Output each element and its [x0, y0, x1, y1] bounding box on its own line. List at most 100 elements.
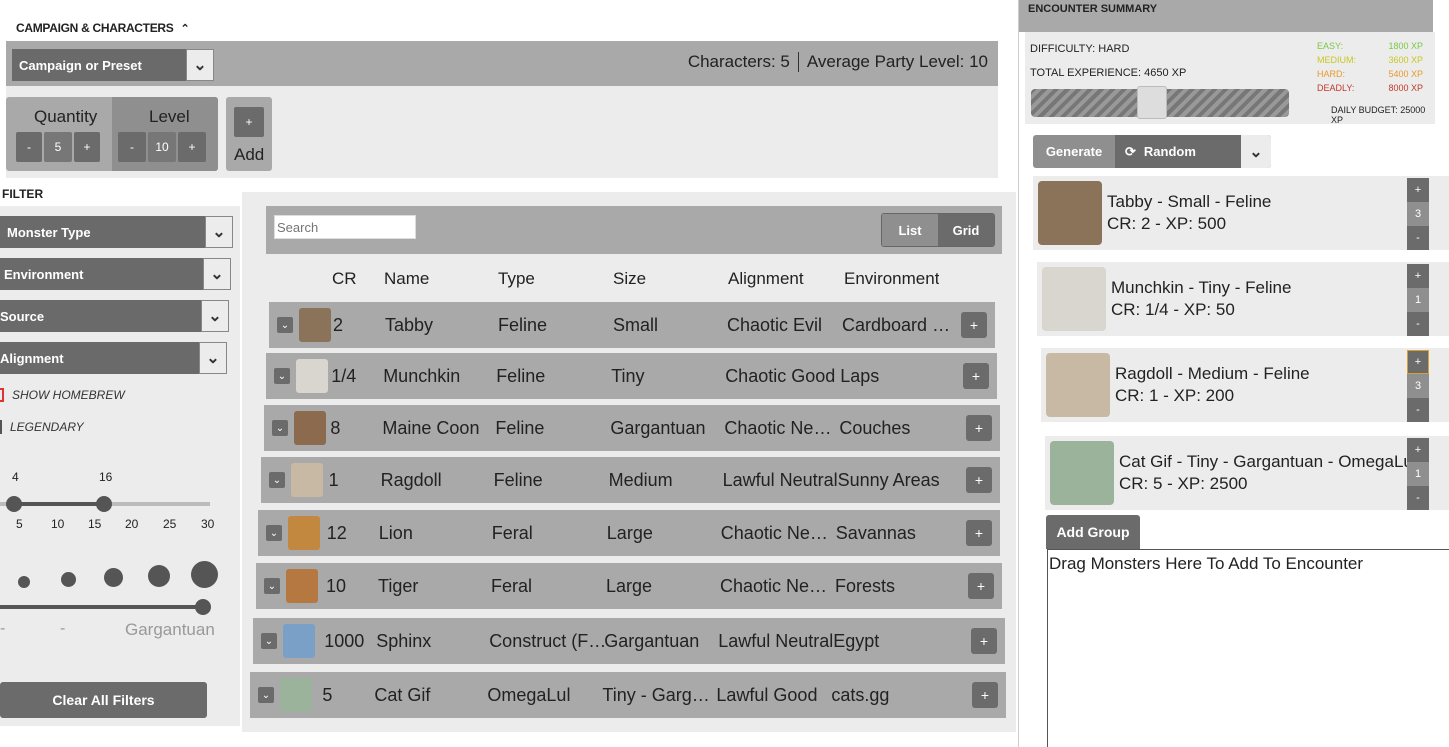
drop-zone[interactable]: Drag Monsters Here To Add To Encounter	[1047, 549, 1449, 747]
level-plus-button[interactable]: +	[178, 132, 206, 162]
generate-button[interactable]: Generate	[1033, 135, 1115, 168]
size-dot-huge[interactable]	[191, 561, 218, 588]
size-dot-large[interactable]	[148, 565, 170, 587]
list-view-button[interactable]: List	[882, 214, 938, 246]
column-header-alignment[interactable]: Alignment	[728, 269, 804, 289]
add-character-button[interactable]: + Add	[226, 97, 272, 171]
environment-dropdown[interactable]: Environment ⌄	[0, 258, 231, 290]
encounter-group-card[interactable]: Cat Gif - Tiny - Gargantuan - OmegaLul CR…	[1045, 436, 1449, 510]
campaign-preset-dropdown[interactable]: Campaign or Preset ⌄	[12, 49, 214, 81]
clear-filters-button[interactable]: Clear All Filters	[0, 682, 207, 718]
group-plus-button[interactable]: +	[1407, 178, 1429, 202]
column-header-name[interactable]: Name	[384, 269, 429, 289]
divider	[797, 52, 799, 72]
add-to-encounter-button[interactable]: +	[966, 520, 992, 546]
column-header-type[interactable]: Type	[498, 269, 535, 289]
quantity-minus-button[interactable]: -	[16, 132, 42, 162]
row-expand-checkbox[interactable]: ⌄	[274, 368, 290, 384]
chevron-down-icon: ⌄	[186, 49, 214, 81]
campaign-section-title[interactable]: CAMPAIGN & CHARACTERS ⌃	[16, 21, 190, 35]
add-to-encounter-button[interactable]: +	[966, 415, 992, 441]
group-minus-button[interactable]: -	[1407, 486, 1429, 510]
table-row[interactable]: ⌄ 1 Ragdoll Feline Medium Lawful Neutral Sunny…	[261, 457, 1000, 503]
legendary-toggle[interactable]: LEGENDARY	[0, 420, 84, 434]
row-expand-checkbox[interactable]: ⌄	[258, 687, 274, 703]
group-quantity[interactable]: 3	[1407, 202, 1429, 226]
monster-thumbnail	[1046, 353, 1110, 417]
column-header-cr[interactable]: CR	[332, 269, 357, 289]
encounter-group-card[interactable]: Munchkin - Tiny - Feline CR: 1/4 - XP: 50…	[1037, 262, 1449, 336]
size-slider-track[interactable]	[0, 605, 205, 609]
group-plus-button[interactable]: +	[1407, 350, 1429, 374]
group-plus-button[interactable]: +	[1407, 438, 1429, 462]
threshold-label: MEDIUM:	[1317, 55, 1356, 65]
table-row[interactable]: ⌄ 10 Tiger Feral Large Chaotic Neutral Forests…	[256, 563, 1002, 609]
add-to-encounter-button[interactable]: +	[971, 628, 997, 654]
cell-size: Tiny - Gargantuan	[602, 685, 718, 705]
legendary-label: LEGENDARY	[10, 420, 84, 434]
cell-type: Feline	[495, 418, 545, 438]
group-quantity[interactable]: 3	[1407, 374, 1429, 398]
table-row[interactable]: ⌄ 12 Lion Feral Large Chaotic Neutral Savannas…	[258, 510, 1000, 556]
table-row[interactable]: ⌄ 8 Maine Coon Feline Gargantuan Chaotic Neut…	[264, 405, 1000, 451]
cr-tick: 30	[201, 517, 215, 531]
row-expand-checkbox[interactable]: ⌄	[277, 317, 293, 333]
chevron-down-icon: ⌄	[201, 300, 229, 332]
encounter-group-card[interactable]: Tabby - Small - Feline CR: 2 - XP: 500 +3-	[1033, 176, 1449, 250]
add-to-encounter-button[interactable]: +	[968, 573, 994, 599]
add-to-encounter-button[interactable]: +	[972, 682, 998, 708]
size-slider-handle[interactable]	[195, 599, 211, 615]
quantity-level-box: Quantity - 5 + Level - 10 +	[6, 97, 218, 171]
cell-cr: 8	[330, 418, 341, 438]
size-dot-medium[interactable]	[104, 568, 123, 587]
cell-size: Large	[606, 523, 653, 543]
monster-thumbnail	[283, 624, 315, 658]
source-dropdown[interactable]: Source ⌄	[0, 300, 229, 332]
monster-type-dropdown[interactable]: Monster Type ⌄	[0, 216, 233, 248]
size-dot-tiny[interactable]	[18, 576, 30, 588]
level-value[interactable]: 10	[148, 132, 176, 162]
cr-slider-max-handle[interactable]	[96, 496, 112, 512]
group-quantity[interactable]: 1	[1407, 462, 1429, 486]
cell-environment: Couches	[839, 418, 911, 438]
monster-thumbnail	[296, 359, 328, 393]
column-header-environment[interactable]: Environment	[844, 269, 939, 289]
quantity-plus-button[interactable]: +	[74, 132, 100, 162]
table-row[interactable]: ⌄ 1000 Sphinx Construct (Feline)Gargantuan L…	[253, 618, 1005, 664]
row-expand-checkbox[interactable]: ⌄	[266, 525, 282, 541]
group-quantity[interactable]: 1	[1407, 288, 1429, 312]
group-plus-button[interactable]: +	[1407, 264, 1429, 288]
row-expand-checkbox[interactable]: ⌄	[269, 472, 285, 488]
add-to-encounter-button[interactable]: +	[966, 467, 992, 493]
alignment-dropdown[interactable]: Alignment ⌄	[0, 342, 227, 374]
cr-slider-min-handle[interactable]	[6, 496, 22, 512]
daily-budget: DAILY BUDGET: 25000 XP	[1331, 105, 1426, 125]
search-input[interactable]	[274, 215, 416, 239]
size-dot-small[interactable]	[61, 572, 76, 587]
add-to-encounter-button[interactable]: +	[961, 312, 987, 338]
cr-tick: 20	[125, 517, 139, 531]
row-expand-checkbox[interactable]: ⌄	[261, 633, 277, 649]
encounter-group-card[interactable]: Ragdoll - Medium - Feline CR: 1 - XP: 200…	[1041, 348, 1449, 422]
column-header-size[interactable]: Size	[613, 269, 646, 289]
cell-cr: 1	[328, 470, 339, 490]
table-row[interactable]: ⌄ 1/4 Munchkin Feline Tiny Chaotic Good Laps +	[266, 353, 997, 399]
cr-slider-range	[12, 502, 104, 506]
show-homebrew-toggle[interactable]: SHOW HOMEBREW	[0, 388, 125, 402]
grid-view-button[interactable]: Grid	[938, 214, 994, 246]
random-dropdown[interactable]: ⟳ Random ⌄	[1115, 135, 1271, 168]
group-minus-button[interactable]: -	[1407, 312, 1429, 336]
row-expand-checkbox[interactable]: ⌄	[264, 578, 280, 594]
quantity-value[interactable]: 5	[44, 132, 72, 162]
cell-size: Tiny	[611, 366, 645, 386]
add-to-encounter-button[interactable]: +	[963, 363, 989, 389]
add-plus-icon: +	[234, 107, 264, 137]
level-minus-button[interactable]: -	[118, 132, 146, 162]
row-expand-checkbox[interactable]: ⌄	[272, 420, 288, 436]
group-minus-button[interactable]: -	[1407, 398, 1429, 422]
group-minus-button[interactable]: -	[1407, 226, 1429, 250]
add-group-button[interactable]: Add Group	[1046, 515, 1140, 549]
table-row[interactable]: ⌄ 5 Cat Gif OmegaLul Tiny - GargantuanLawful…	[250, 672, 1006, 718]
random-label: Random	[1143, 144, 1196, 159]
table-row[interactable]: ⌄ 2 Tabby Feline Small Chaotic Evil Cardboard …	[269, 302, 995, 348]
